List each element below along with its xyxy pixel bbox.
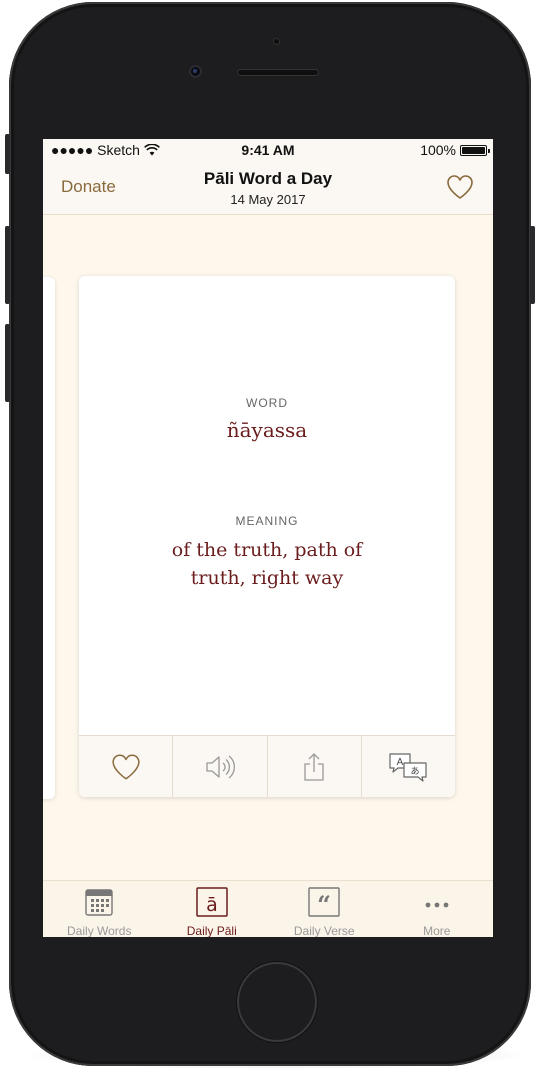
power-button bbox=[530, 226, 535, 304]
card-action-bar: A あ bbox=[79, 735, 455, 797]
battery-percent: 100% bbox=[420, 142, 456, 158]
navigation-bar: Donate Pāli Word a Day 14 May 2017 bbox=[43, 161, 493, 215]
tab-daily-pali[interactable]: ā Daily Pāli bbox=[156, 881, 269, 937]
tab-more[interactable]: More bbox=[381, 881, 494, 937]
tab-daily-verse-label: Daily Verse bbox=[293, 924, 355, 937]
card-translate-button[interactable]: A あ bbox=[362, 736, 455, 797]
share-icon bbox=[304, 753, 324, 781]
mute-switch bbox=[5, 134, 10, 174]
battery-icon bbox=[460, 144, 490, 156]
card-favorite-button[interactable] bbox=[79, 736, 174, 797]
tab-daily-verse[interactable]: “ Daily Verse bbox=[268, 881, 381, 937]
translate-icon: A あ bbox=[389, 753, 427, 782]
meaning-label: MEANING bbox=[235, 514, 299, 528]
status-battery-group: 100% bbox=[420, 142, 490, 158]
quote-icon: “ bbox=[308, 887, 340, 917]
app-screen: ●●●●● Sketch 9:41 AM 100% Donate Pāli Wo… bbox=[43, 139, 493, 937]
svg-text:A: A bbox=[397, 757, 404, 768]
svg-text:ā: ā bbox=[206, 894, 218, 916]
tab-daily-words-label: Daily Words bbox=[67, 924, 132, 937]
meaning-line-2: truth, right way bbox=[190, 567, 344, 589]
speaker-icon bbox=[206, 755, 235, 779]
word-card: WORD ñāyassa MEANING of the truth, path … bbox=[79, 276, 455, 797]
page-title: Pāli Word a Day bbox=[203, 169, 333, 188]
more-dots-icon bbox=[425, 902, 449, 908]
front-camera bbox=[189, 65, 202, 78]
calendar-icon bbox=[85, 889, 113, 916]
proximity-sensor bbox=[273, 38, 280, 45]
tab-bar: Daily Words ā Daily Pāli “ Daily Verse M… bbox=[43, 880, 493, 937]
tab-more-label: More bbox=[423, 924, 451, 937]
tab-daily-words[interactable]: Daily Words bbox=[43, 881, 156, 937]
pali-word: ñāyassa bbox=[226, 418, 308, 442]
pali-a-icon: ā bbox=[196, 887, 228, 917]
word-meaning: of the truth, path of truth, right way bbox=[119, 536, 415, 592]
home-button[interactable] bbox=[237, 962, 317, 1042]
volume-down-button bbox=[5, 324, 10, 402]
word-label: WORD bbox=[246, 396, 288, 410]
card-audio-button[interactable] bbox=[173, 736, 268, 797]
volume-up-button bbox=[5, 226, 10, 304]
status-bar: ●●●●● Sketch 9:41 AM 100% bbox=[43, 139, 493, 161]
svg-text:あ: あ bbox=[411, 766, 420, 777]
earpiece-speaker bbox=[237, 69, 319, 76]
previous-card-peek[interactable] bbox=[43, 277, 55, 799]
meaning-line-1: of the truth, path of bbox=[171, 539, 363, 561]
tab-daily-pali-label: Daily Pāli bbox=[186, 924, 237, 937]
page-date: 14 May 2017 bbox=[230, 192, 306, 207]
favorite-heart-icon[interactable] bbox=[445, 173, 475, 201]
card-share-button[interactable] bbox=[268, 736, 362, 797]
svg-text:“: “ bbox=[317, 890, 331, 917]
heart-icon bbox=[112, 754, 140, 780]
